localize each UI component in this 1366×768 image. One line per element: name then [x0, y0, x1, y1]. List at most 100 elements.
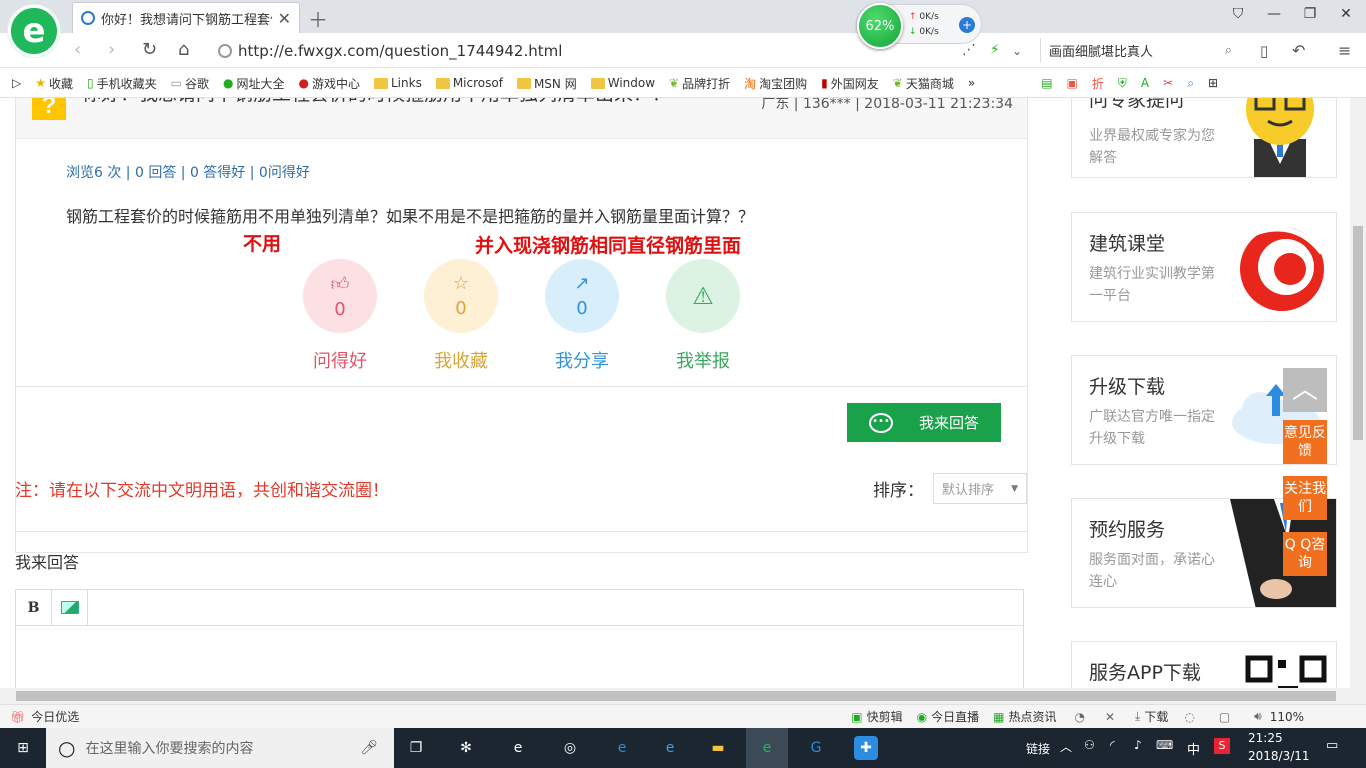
- bookmark-folder[interactable]: Window: [590, 76, 655, 90]
- 360-browser-taskbar-icon[interactable]: e: [746, 728, 788, 768]
- tools-icon[interactable]: ✕: [1105, 710, 1115, 724]
- bookmark-folder[interactable]: Links: [374, 76, 422, 90]
- network-widget[interactable]: 62% ↑ 0K/s ↓ 0K/s +: [856, 3, 982, 49]
- browser-tab[interactable]: 你好！我想请问下钢筋工程套价的 ✕: [72, 2, 300, 33]
- home-icon[interactable]: ⌂: [178, 39, 189, 60]
- qq-consult-button[interactable]: Q Q咨询: [1283, 532, 1327, 576]
- report-label[interactable]: 我举报: [653, 347, 753, 373]
- keyboard-icon[interactable]: ⌨: [1156, 738, 1173, 752]
- like-button[interactable]: 👍︎ 0: [303, 259, 377, 333]
- share-label[interactable]: 我分享: [532, 347, 632, 373]
- windows-start-icon[interactable]: ⊞: [11, 736, 35, 760]
- back-icon[interactable]: ‹: [74, 39, 81, 60]
- sidebar-toggle-icon[interactable]: ▷: [12, 76, 21, 90]
- clock-date[interactable]: 2018/3/11: [1248, 749, 1310, 763]
- plus-icon[interactable]: +: [959, 17, 975, 33]
- new-tab-button[interactable]: ＋: [308, 4, 328, 33]
- answer-button[interactable]: ••• 我来回答: [847, 403, 1001, 442]
- share-icon[interactable]: ⋰: [962, 42, 976, 58]
- clean-icon[interactable]: ◌: [1184, 710, 1194, 724]
- close-tab-icon[interactable]: ✕: [278, 9, 291, 28]
- horizontal-scrollbar[interactable]: [0, 688, 1366, 704]
- ime-indicator[interactable]: 中: [1187, 739, 1200, 758]
- people-icon[interactable]: ⚇: [1084, 738, 1095, 752]
- minimize-button[interactable]: —: [1262, 6, 1286, 22]
- reader-icon[interactable]: ▤: [1041, 76, 1052, 90]
- translate-icon[interactable]: A: [1141, 76, 1149, 90]
- bookmark-item[interactable]: ★ 收藏: [35, 75, 73, 92]
- menu-icon[interactable]: ≡: [1338, 41, 1351, 60]
- bookmark-item[interactable]: ● 网址大全: [223, 75, 285, 92]
- magnifier-icon[interactable]: ⌕: [1187, 76, 1194, 91]
- shirt-skin-icon[interactable]: ⛉: [1226, 6, 1250, 22]
- bookmark-item[interactable]: ● 游戏中心: [299, 75, 361, 92]
- share-button[interactable]: ↗ 0: [545, 259, 619, 333]
- favorite-label[interactable]: 我收藏: [411, 347, 511, 373]
- lightning-icon[interactable]: ⚡: [990, 42, 1000, 58]
- zoom-level[interactable]: 110%: [1270, 710, 1304, 724]
- sidebar-card-expert[interactable]: 问专家提问 业界最权威专家为您解答: [1071, 98, 1337, 178]
- app-spiral-icon[interactable]: ◎: [558, 736, 582, 760]
- ie-icon[interactable]: e: [658, 736, 682, 760]
- search-box[interactable]: 画面细腻堪比真人 ⌕: [1040, 38, 1240, 63]
- taskbar-search[interactable]: ○ 在这里输入你要搜索的内容 🎤︎: [46, 728, 394, 768]
- tray-link-label[interactable]: 链接: [1026, 740, 1050, 757]
- bookmark-folder[interactable]: MSN 网: [516, 75, 577, 92]
- tray-chevron-icon[interactable]: ︿: [1060, 738, 1072, 755]
- status-item[interactable]: 快剪辑: [867, 708, 903, 725]
- file-explorer-icon[interactable]: ▬: [706, 736, 730, 760]
- sidebar-card-classroom[interactable]: 建筑课堂 建筑行业实训教学第一平台: [1071, 212, 1337, 322]
- bookmark-item[interactable]: ❦ 天猫商城: [893, 75, 954, 92]
- refresh-icon[interactable]: ↻: [142, 39, 157, 60]
- search-icon[interactable]: ⌕: [1225, 43, 1232, 58]
- more-bookmarks-icon[interactable]: »: [968, 76, 975, 90]
- edge-icon[interactable]: e: [506, 736, 530, 760]
- status-item[interactable]: 今日直播: [931, 708, 979, 725]
- clock-time[interactable]: 21:25: [1248, 731, 1283, 745]
- bookmark-folder[interactable]: Microsof: [435, 76, 503, 90]
- reply-editor[interactable]: B: [15, 589, 1024, 688]
- back-to-top-button[interactable]: ︿: [1283, 368, 1327, 412]
- bookmark-item[interactable]: ❦ 品牌打折: [669, 75, 730, 92]
- scissors-icon[interactable]: ✂: [1163, 76, 1173, 90]
- report-button[interactable]: ⚠: [666, 259, 740, 333]
- undo-icon[interactable]: ↶: [1292, 41, 1305, 60]
- status-item[interactable]: 热点资讯: [1008, 708, 1056, 725]
- feedback-button[interactable]: 意见反馈: [1283, 420, 1327, 464]
- scroll-thumb[interactable]: [1353, 226, 1363, 440]
- sidebar-card-app[interactable]: 服务APP下载: [1071, 641, 1337, 688]
- follow-us-button[interactable]: 关注我们: [1283, 476, 1327, 520]
- volume-icon[interactable]: 🔊︎: [1254, 709, 1262, 724]
- edge-blue-icon[interactable]: e: [610, 736, 634, 760]
- tv-icon[interactable]: ▣: [1067, 76, 1078, 90]
- forward-icon[interactable]: ›: [108, 39, 115, 60]
- phone-icon[interactable]: ▯: [1260, 42, 1268, 60]
- bookmark-item[interactable]: ▯ 手机收藏夹: [87, 75, 157, 92]
- notification-icon[interactable]: ▭: [1326, 738, 1338, 753]
- status-left-label[interactable]: 今日优选: [31, 708, 79, 725]
- grid-menu-icon[interactable]: ⊞: [1208, 76, 1218, 90]
- app-fan-icon[interactable]: ✻: [454, 736, 478, 760]
- app-plus-icon[interactable]: ✚: [854, 736, 878, 760]
- discount-icon[interactable]: 折: [1092, 75, 1104, 92]
- bookmark-item[interactable]: ▮ 外国网友: [821, 75, 879, 92]
- maximize-button[interactable]: ❐: [1298, 6, 1322, 22]
- bookmark-item[interactable]: 淘淘宝团购: [744, 75, 807, 92]
- like-label[interactable]: 问得好: [290, 347, 390, 373]
- status-item[interactable]: 下载: [1144, 708, 1168, 725]
- bookmark-item[interactable]: ▭ 谷歌: [171, 75, 209, 92]
- close-window-button[interactable]: ✕: [1334, 6, 1358, 22]
- speaker-icon[interactable]: ♪: [1134, 738, 1142, 752]
- insert-image-button[interactable]: [52, 589, 88, 626]
- sort-select[interactable]: 默认排序 ▼: [933, 473, 1027, 504]
- favorite-button[interactable]: ☆ 0: [424, 259, 498, 333]
- task-view-icon[interactable]: ❐: [404, 736, 428, 760]
- memory-gauge[interactable]: 62%: [857, 3, 903, 49]
- sogou-icon[interactable]: S: [1214, 738, 1230, 754]
- app-g-icon[interactable]: G: [804, 736, 828, 760]
- vertical-scrollbar[interactable]: [1350, 98, 1366, 688]
- shield-icon[interactable]: ⛨: [1118, 76, 1127, 91]
- scroll-thumb[interactable]: [16, 691, 1336, 701]
- chevron-down-icon[interactable]: ⌄: [1012, 44, 1022, 58]
- window-icon[interactable]: ▢: [1219, 710, 1230, 724]
